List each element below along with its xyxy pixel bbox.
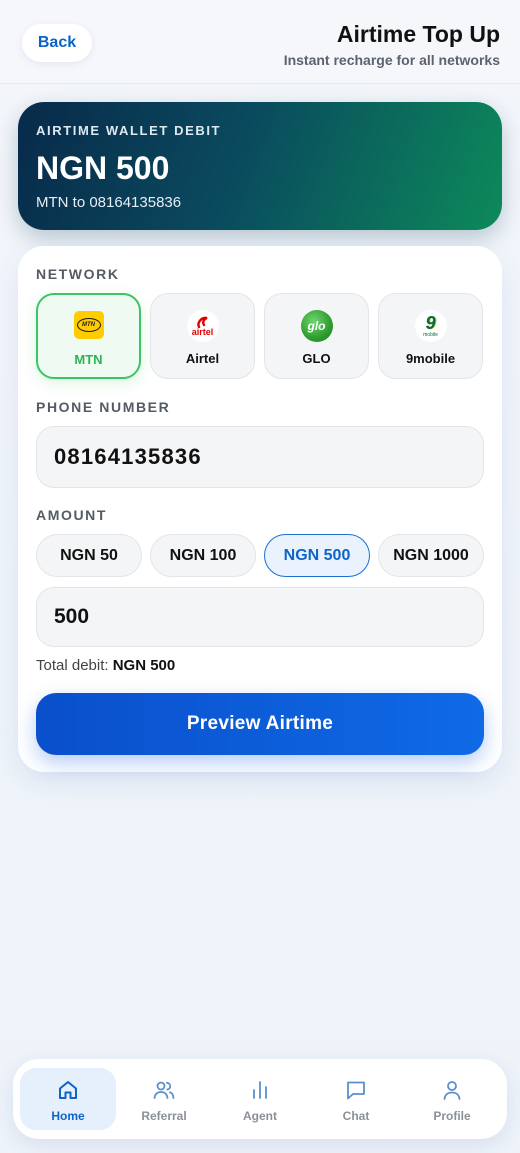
back-button[interactable]: Back xyxy=(22,24,92,62)
amount-option-1000[interactable]: NGN 1000 xyxy=(378,534,484,577)
network-option-glo[interactable]: glo GLO xyxy=(264,293,369,379)
phone-number-input[interactable]: 08164135836 xyxy=(36,426,484,488)
amount-option-50[interactable]: NGN 50 xyxy=(36,534,142,577)
wallet-kicker: AIRTIME WALLET DEBIT xyxy=(36,123,222,138)
bottom-nav: Home Referral Agent Chat Profile xyxy=(13,1059,507,1139)
network-name: Airtel xyxy=(185,351,220,366)
user-icon xyxy=(443,1081,461,1100)
home-icon xyxy=(59,1081,77,1099)
total-debit-value: NGN 500 xyxy=(112,657,176,674)
top-bar: Back Airtime Top Up Instant recharge for… xyxy=(0,0,520,84)
network-name: MTN xyxy=(74,352,103,367)
amount-label: AMOUNT xyxy=(36,507,108,523)
wallet-debit-card: AIRTIME WALLET DEBIT NGN 500 MTN to 0816… xyxy=(18,102,502,230)
nav-item-home[interactable]: Home xyxy=(20,1068,116,1130)
page-subtitle: Instant recharge for all networks xyxy=(283,52,500,68)
airtel-logo-icon: airtel xyxy=(186,310,219,342)
nav-label: Chat xyxy=(342,1109,370,1123)
network-option-9mobile[interactable]: 9 mobile 9mobile xyxy=(378,293,483,379)
phone-number-label: PHONE NUMBER xyxy=(36,399,171,415)
glo-logo-icon: glo xyxy=(300,310,333,342)
network-name: 9mobile xyxy=(405,351,456,366)
chat-icon xyxy=(347,1081,365,1100)
nav-label: Profile xyxy=(433,1109,471,1123)
network-option-mtn[interactable]: MTN MTN xyxy=(36,293,141,379)
amount-option-100[interactable]: NGN 100 xyxy=(150,534,256,577)
9mobile-logo-icon: 9 mobile xyxy=(414,310,447,342)
wallet-amount: NGN 500 xyxy=(36,150,170,186)
nav-label: Home xyxy=(51,1109,85,1123)
nav-item-referral[interactable]: Referral xyxy=(116,1068,212,1130)
total-debit-label: Total debit: xyxy=(36,657,109,674)
network-name: GLO xyxy=(302,351,331,366)
nav-item-chat[interactable]: Chat xyxy=(308,1068,404,1130)
nav-label: Referral xyxy=(141,1109,187,1123)
mtn-logo-icon: MTN xyxy=(73,311,104,339)
amount-option-500[interactable]: NGN 500 xyxy=(264,534,370,577)
network-option-airtel[interactable]: airtel Airtel xyxy=(150,293,255,379)
network-label: NETWORK xyxy=(36,266,120,282)
nav-item-profile[interactable]: Profile xyxy=(404,1068,500,1130)
nav-label: Agent xyxy=(243,1109,277,1123)
page-title: Airtime Top Up xyxy=(336,21,500,47)
airtime-form: NETWORK MTN MTN airtel Airtel glo GLO 9 … xyxy=(18,246,502,772)
bar-chart-icon xyxy=(253,1081,267,1099)
nav-item-agent[interactable]: Agent xyxy=(212,1068,308,1130)
wallet-summary: MTN to 08164135836 xyxy=(36,194,182,211)
airtel-swirl-icon xyxy=(196,316,207,328)
amount-input[interactable]: 500 xyxy=(36,587,484,647)
total-debit: Total debit: NGN 500 xyxy=(36,657,175,674)
preview-airtime-button[interactable]: Preview Airtime xyxy=(36,693,484,755)
users-icon xyxy=(153,1081,175,1099)
